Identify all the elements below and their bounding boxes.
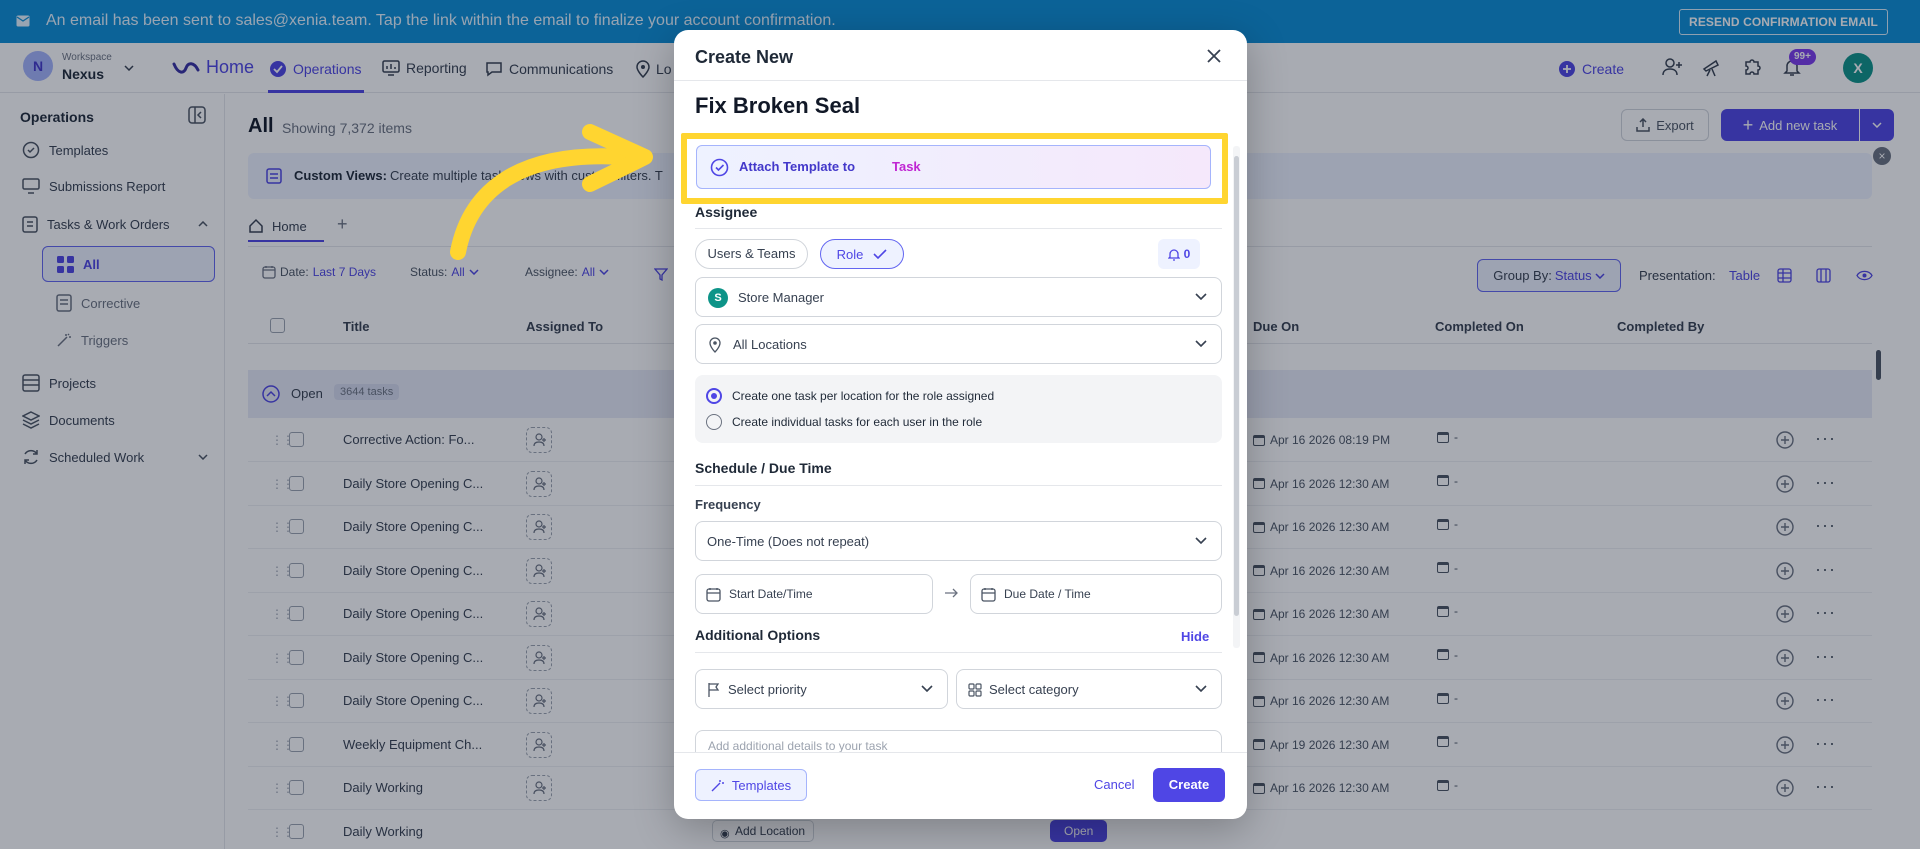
flag-icon bbox=[708, 683, 720, 697]
notify-count: 0 bbox=[1183, 247, 1191, 261]
additional-options-heading: Additional Options bbox=[695, 627, 821, 643]
notify-button[interactable]: 0 bbox=[1158, 239, 1200, 269]
frequency-value: One-Time (Does not repeat) bbox=[707, 534, 870, 549]
radio-one-label: Create one task per location for the rol… bbox=[732, 389, 995, 403]
role-select-value: Store Manager bbox=[738, 290, 824, 305]
radio-two-label: Create individual tasks for each user in… bbox=[732, 415, 983, 429]
divider bbox=[695, 485, 1222, 486]
check-icon bbox=[873, 249, 887, 259]
bell-icon bbox=[1167, 248, 1180, 261]
details-textarea[interactable]: Add additional details to your task bbox=[695, 730, 1222, 752]
map-pin-icon bbox=[709, 337, 721, 353]
role-toggle[interactable]: Role bbox=[820, 239, 904, 269]
close-icon[interactable] bbox=[1206, 48, 1222, 64]
location-select-value: All Locations bbox=[733, 337, 807, 352]
calendar-icon bbox=[981, 588, 996, 602]
role-toggle-label: Role bbox=[836, 246, 864, 262]
divider bbox=[674, 752, 1247, 753]
due-date-placeholder: Due Date / Time bbox=[1004, 587, 1091, 601]
templates-button-label: Templates bbox=[731, 777, 792, 793]
divider bbox=[674, 80, 1247, 81]
category-select[interactable]: Select category bbox=[956, 669, 1222, 709]
annotation-arrow-icon bbox=[450, 124, 653, 260]
cancel-button[interactable]: Cancel bbox=[1094, 777, 1134, 792]
modal-scrollbar-thumb[interactable] bbox=[1234, 156, 1239, 616]
modal-scrollbar-track[interactable] bbox=[1233, 146, 1240, 648]
modal-title: Create New bbox=[695, 47, 794, 67]
radio-one-per-location[interactable] bbox=[706, 388, 722, 404]
start-date-input[interactable]: Start Date/Time bbox=[695, 574, 933, 614]
details-placeholder: Add additional details to your task bbox=[708, 739, 888, 752]
role-select[interactable]: S Store Manager bbox=[695, 277, 1222, 317]
category-placeholder: Select category bbox=[989, 682, 1079, 697]
grid-icon bbox=[968, 683, 982, 697]
radio-individual-tasks[interactable] bbox=[706, 414, 722, 430]
start-date-placeholder: Start Date/Time bbox=[729, 587, 813, 601]
assignee-heading: Assignee bbox=[695, 204, 758, 220]
schedule-heading: Schedule / Due Time bbox=[695, 460, 832, 476]
calendar-icon bbox=[706, 588, 721, 602]
templates-button[interactable]: Templates bbox=[695, 769, 807, 801]
chevron-down-icon bbox=[1195, 293, 1207, 300]
location-select[interactable]: All Locations bbox=[695, 324, 1222, 364]
chevron-down-icon bbox=[921, 685, 933, 692]
chevron-down-icon bbox=[1195, 340, 1207, 347]
frequency-label: Frequency bbox=[695, 497, 761, 512]
priority-placeholder: Select priority bbox=[728, 682, 807, 697]
arrow-right-icon bbox=[945, 588, 958, 598]
divider bbox=[695, 228, 1222, 229]
users-teams-toggle[interactable]: Users & Teams bbox=[695, 239, 808, 269]
role-avatar: S bbox=[708, 288, 728, 308]
wand-icon bbox=[711, 779, 724, 791]
priority-select[interactable]: Select priority bbox=[695, 669, 948, 709]
due-date-input[interactable]: Due Date / Time bbox=[970, 574, 1222, 614]
chevron-down-icon bbox=[1195, 685, 1207, 692]
chevron-down-icon bbox=[1195, 537, 1207, 544]
create-submit-button[interactable]: Create bbox=[1153, 768, 1225, 802]
role-task-options: Create one task per location for the rol… bbox=[695, 375, 1222, 443]
divider bbox=[695, 652, 1222, 653]
frequency-select[interactable]: One-Time (Does not repeat) bbox=[695, 521, 1222, 561]
hide-link[interactable]: Hide bbox=[1181, 629, 1209, 644]
highlight-frame bbox=[681, 133, 1228, 204]
task-name-input[interactable]: Fix Broken Seal bbox=[695, 93, 860, 119]
